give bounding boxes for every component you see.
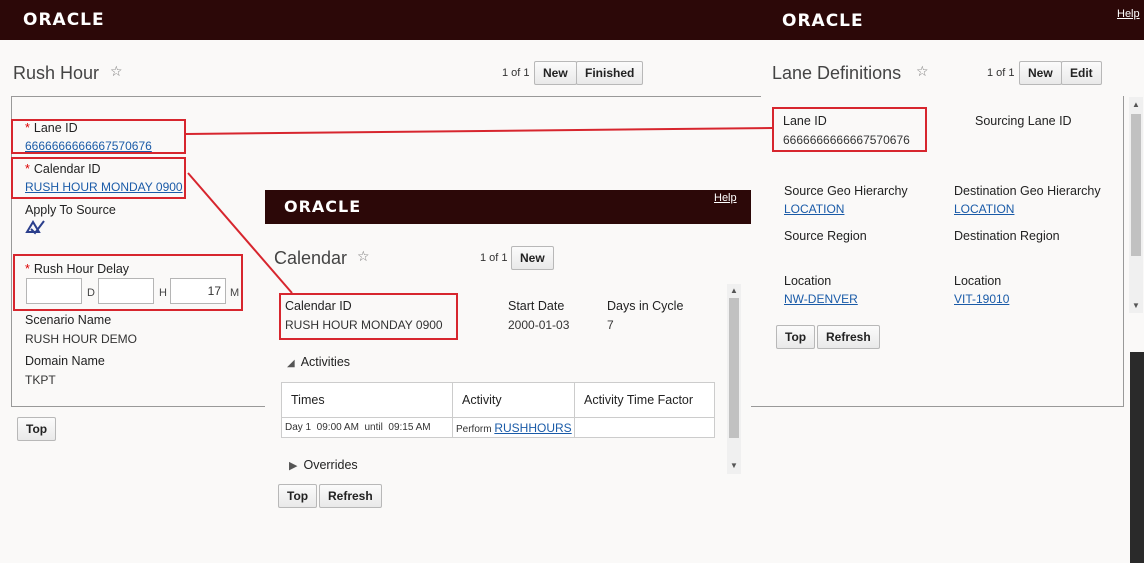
- connector-calendar-id: [187, 172, 293, 294]
- connector-lane-id: [185, 127, 773, 135]
- connector-lines: [185, 127, 773, 294]
